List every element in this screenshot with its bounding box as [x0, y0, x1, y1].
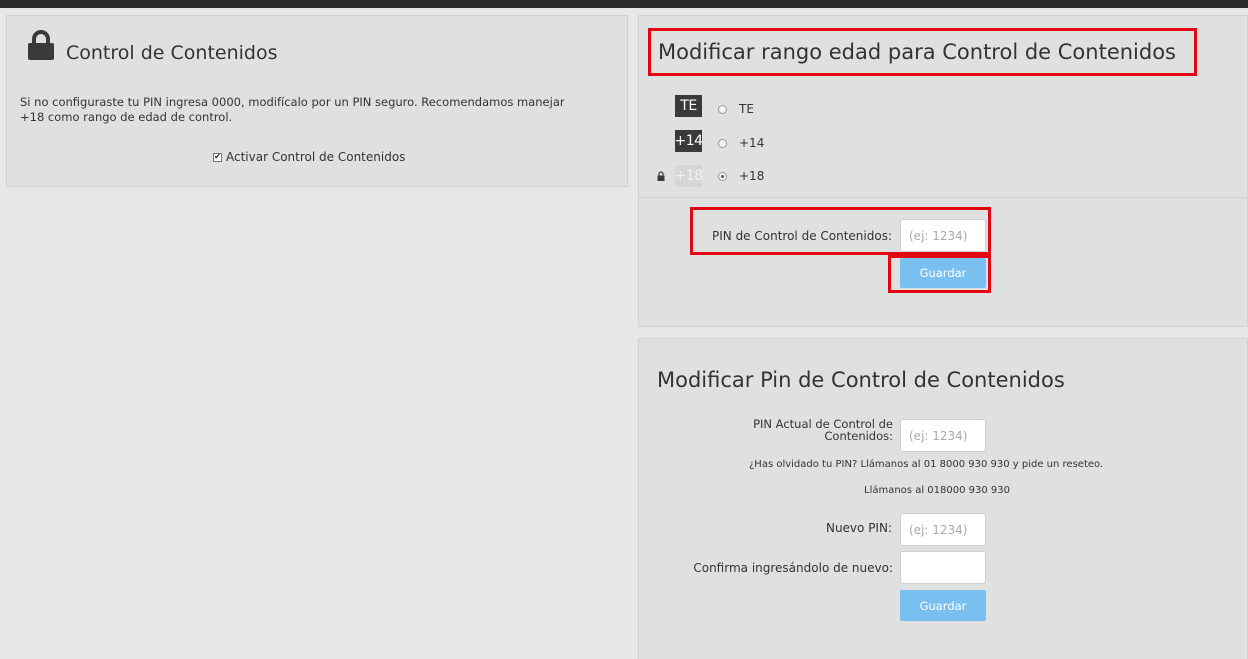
- radio-14[interactable]: [718, 138, 727, 148]
- content-control-title: Control de Contenidos: [66, 42, 278, 64]
- age-range-title: Modificar rango edad para Control de Con…: [658, 40, 1176, 64]
- current-pin-label: PIN Actual de Control de Contenidos:: [753, 417, 893, 443]
- radio-14-label: +14: [739, 136, 765, 150]
- radio-option-14[interactable]: +14: [718, 136, 764, 150]
- age-badge-18: +18: [674, 165, 703, 187]
- age-range-save-button[interactable]: Guardar: [900, 258, 986, 288]
- radio-te[interactable]: [718, 104, 727, 114]
- forgot-pin-text: ¿Has olvidado tu PIN? Llámanos al 01 800…: [749, 459, 1104, 470]
- radio-18[interactable]: [718, 171, 727, 181]
- call-text: Llámanos al 018000 930 930: [864, 485, 1010, 496]
- change-pin-save-button[interactable]: Guardar: [900, 590, 986, 621]
- activate-control-row[interactable]: ✔ Activar Control de Contenidos: [213, 150, 405, 164]
- confirm-pin-input[interactable]: [900, 551, 986, 584]
- pin-control-input[interactable]: [900, 219, 986, 252]
- radio-option-te[interactable]: TE: [718, 102, 754, 116]
- activate-control-checkbox[interactable]: ✔: [213, 152, 222, 162]
- activate-control-label: Activar Control de Contenidos: [226, 150, 406, 164]
- content-control-description: Si no configuraste tu PIN ingresa 0000, …: [20, 95, 565, 124]
- age-badge-14: +14: [674, 130, 703, 152]
- top-bar: [0, 0, 1248, 8]
- change-pin-title: Modificar Pin de Control de Contenidos: [657, 368, 1065, 392]
- current-pin-input[interactable]: [900, 419, 986, 452]
- lock-icon: [28, 30, 54, 60]
- radio-option-18[interactable]: +18: [718, 169, 764, 183]
- new-pin-label: Nuevo PIN:: [825, 521, 892, 535]
- confirm-pin-label: Confirma ingresándolo de nuevo:: [693, 561, 893, 575]
- pin-control-label: PIN de Control de Contenidos:: [712, 229, 892, 243]
- age-badge-te: TE: [675, 95, 702, 117]
- new-pin-input[interactable]: [900, 513, 986, 546]
- radio-18-label: +18: [739, 169, 765, 183]
- radio-te-label: TE: [739, 102, 754, 116]
- small-lock-icon: [657, 171, 665, 181]
